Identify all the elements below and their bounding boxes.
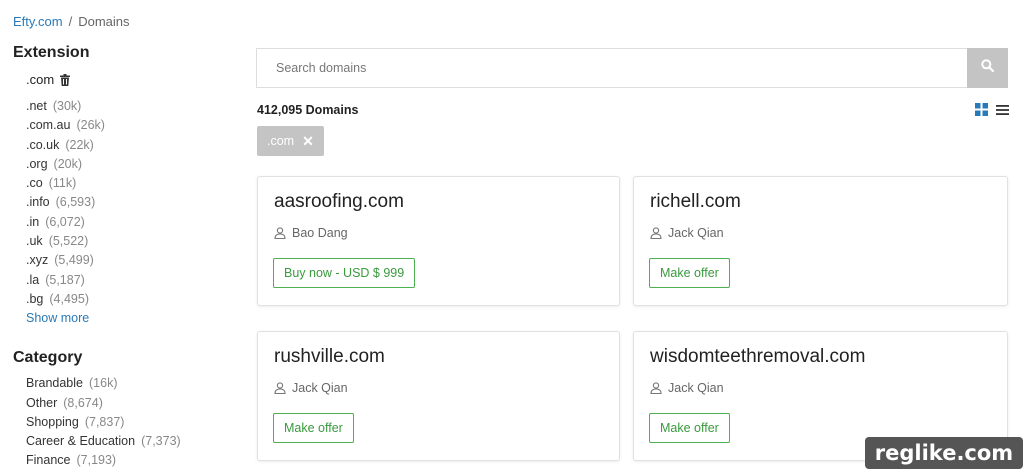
selected-extension: .com (26, 72, 243, 87)
search-input[interactable] (256, 48, 967, 88)
extension-item[interactable]: .xyz (5,499) (26, 251, 243, 270)
domain-card[interactable]: richell.com Jack Qian Make offer (633, 176, 1008, 306)
domain-owner: Bao Dang (274, 226, 348, 240)
breadcrumb-home-link[interactable]: Efty.com (13, 14, 63, 29)
show-more-link[interactable]: Show more (26, 309, 243, 328)
selected-extension-label: .com (26, 72, 55, 87)
grid-icon[interactable] (975, 103, 988, 121)
domain-owner: Jack Qian (650, 226, 724, 240)
breadcrumb-separator: / (68, 14, 73, 29)
user-icon (274, 382, 286, 394)
breadcrumb: Efty.com / Domains (13, 14, 130, 29)
domain-card[interactable]: rushville.com Jack Qian Make offer (257, 331, 620, 461)
extension-item[interactable]: .org (20k) (26, 155, 243, 174)
trash-icon[interactable] (60, 73, 71, 86)
user-icon (274, 227, 286, 239)
domain-card[interactable]: aasroofing.com Bao Dang Buy now - USD $ … (257, 176, 620, 306)
extension-item[interactable]: .in (6,072) (26, 213, 243, 232)
category-item[interactable]: Brandable (16k) (26, 374, 243, 393)
extension-item[interactable]: .com.au (26k) (26, 116, 243, 135)
category-item[interactable]: Finance (7,193) (26, 451, 243, 470)
close-icon[interactable]: ✕ (302, 134, 314, 148)
make-offer-button[interactable]: Make offer (649, 413, 730, 443)
category-heading: Category (13, 349, 83, 367)
category-item[interactable]: Career & Education (7,373) (26, 432, 243, 451)
extension-heading: Extension (13, 44, 90, 61)
user-icon (650, 227, 662, 239)
domain-name[interactable]: aasroofing.com (274, 191, 404, 213)
extension-item[interactable]: .uk (5,522) (26, 232, 243, 251)
search-button[interactable] (967, 48, 1008, 88)
domain-owner: Jack Qian (274, 381, 348, 395)
owner-name: Bao Dang (292, 226, 348, 240)
sidebar: Extension .com .net (30k) .com.au (26k) .c… (13, 44, 243, 471)
view-toggle (975, 103, 1009, 121)
breadcrumb-current: Domains (78, 14, 130, 29)
category-list: Brandable (16k) Other (8,674) Shopping (7,8… (26, 374, 243, 470)
buy-now-button[interactable]: Buy now - USD $ 999 (273, 258, 416, 288)
domain-owner: Jack Qian (650, 381, 724, 395)
make-offer-button[interactable]: Make offer (273, 413, 354, 443)
search-icon (981, 59, 995, 77)
category-item[interactable]: Shopping (7,837) (26, 413, 243, 432)
make-offer-button[interactable]: Make offer (649, 258, 730, 288)
extension-item[interactable]: .info (6,593) (26, 193, 243, 212)
user-icon (650, 382, 662, 394)
watermark-logo: reglike.com (865, 437, 1023, 469)
extension-item[interactable]: .co.uk (22k) (26, 136, 243, 155)
filter-chip-label: .com (267, 134, 295, 148)
results-count: 412,095 Domains (257, 103, 359, 117)
domain-name[interactable]: richell.com (650, 191, 741, 213)
domain-name[interactable]: wisdomteethremoval.com (650, 346, 865, 368)
extension-item[interactable]: .co (11k) (26, 174, 243, 193)
owner-name: Jack Qian (292, 381, 348, 395)
domain-name[interactable]: rushville.com (274, 346, 385, 368)
list-icon[interactable] (996, 103, 1009, 121)
owner-name: Jack Qian (668, 381, 724, 395)
category-item[interactable]: Other (8,674) (26, 394, 243, 413)
extension-item[interactable]: .net (30k) (26, 97, 243, 116)
search-bar (256, 48, 1008, 88)
active-filter-chip[interactable]: .com ✕ (257, 126, 324, 156)
extension-item[interactable]: .la (5,187) (26, 271, 243, 290)
extension-list: .net (30k) .com.au (26k) .co.uk (22k) .org(… (26, 97, 243, 309)
extension-item[interactable]: .bg (4,495) (26, 290, 243, 309)
owner-name: Jack Qian (668, 226, 724, 240)
